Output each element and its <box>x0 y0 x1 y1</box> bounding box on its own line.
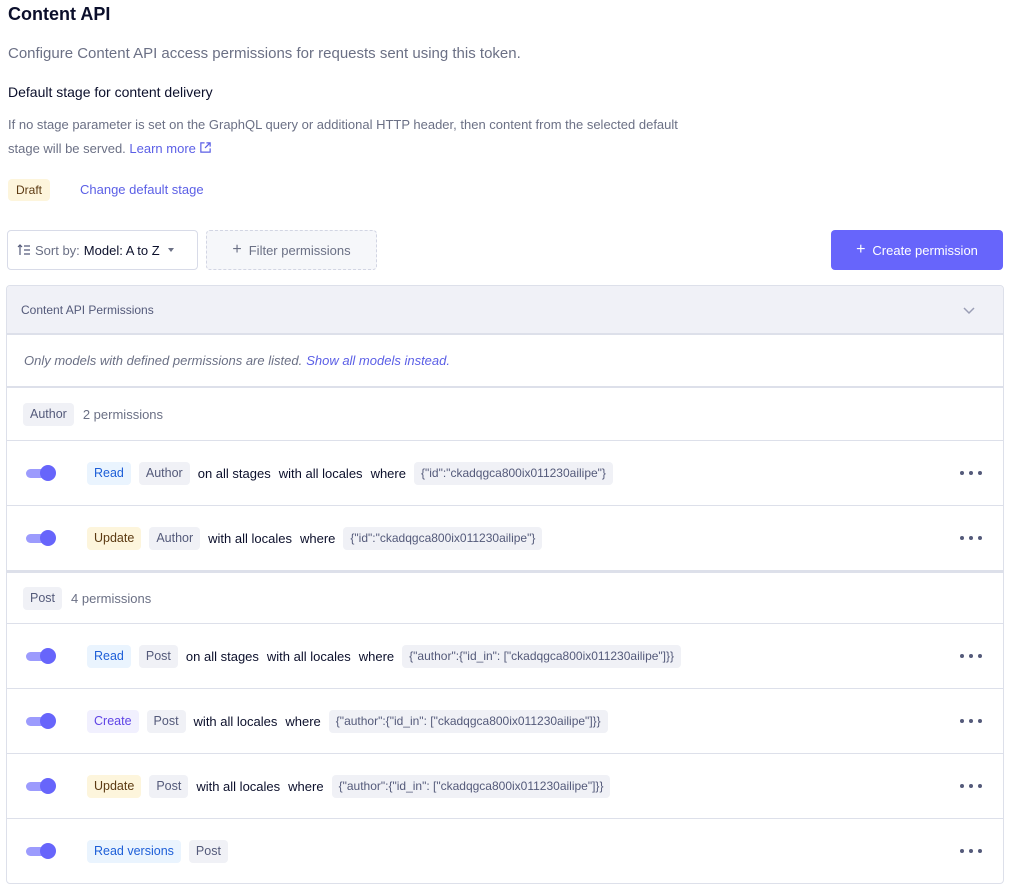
condition-tag: {"id":"ckadqgca800ix011230ailipe"} <box>343 526 543 550</box>
page-title: Content API <box>8 4 111 24</box>
stages-text: on all stages <box>197 465 271 481</box>
where-text: where <box>285 713 321 729</box>
create-label: Create permission <box>872 242 978 258</box>
action-tag: Read <box>87 644 131 668</box>
action-tag: Read <box>87 461 131 485</box>
default-stage-heading: Default stage for content delivery <box>8 84 213 100</box>
more-options-icon[interactable] <box>960 530 982 546</box>
permission-toggle[interactable] <box>26 843 56 859</box>
more-options-icon[interactable] <box>960 778 982 794</box>
permission-toggle[interactable] <box>26 713 56 729</box>
permission-toggle[interactable] <box>26 530 56 546</box>
model-tag: Author <box>149 526 201 550</box>
condition-tag: {"id":"ckadqgca800ix011230ailipe"} <box>413 461 613 485</box>
notice-text: Only models with defined permissions are… <box>24 353 303 368</box>
filter-permissions-button[interactable]: + Filter permissions <box>206 230 377 270</box>
permissions-panel-header[interactable]: Content API Permissions <box>7 286 1003 335</box>
permission-row: Read Post on all stages with all locales whe… <box>7 624 1003 689</box>
model-tag: Post <box>188 840 228 863</box>
where-text: where <box>288 778 324 794</box>
condition-tag: {"author":{"id_in": ["ckadqgca800ix01123… <box>402 644 682 668</box>
permission-row: Read versions Post <box>7 819 1003 883</box>
model-tag: Author <box>138 461 190 485</box>
external-link-icon <box>200 142 211 153</box>
permissions-panel: Content API Permissions Only models with… <box>6 285 1004 884</box>
show-all-models-link[interactable]: Show all models instead. <box>306 353 450 368</box>
action-tag: Update <box>87 526 142 550</box>
model-tag: Post <box>23 586 63 610</box>
locales-text: with all locales <box>266 648 351 664</box>
sort-icon <box>17 244 30 255</box>
permission-count: 4 permissions <box>71 590 152 606</box>
permission-toggle[interactable] <box>26 778 56 794</box>
learn-more-label: Learn more <box>129 141 196 156</box>
model-tag: Post <box>138 644 178 668</box>
sort-dropdown[interactable]: Sort by: Model: A to Z <box>7 230 198 270</box>
model-tag: Author <box>23 402 74 426</box>
locales-text: with all locales <box>278 465 363 481</box>
chevron-down-icon[interactable] <box>962 303 976 317</box>
condition-tag: {"author":{"id_in": ["ckadqgca800ix01123… <box>328 709 608 733</box>
panel-title: Content API Permissions <box>21 302 154 317</box>
locales-text: with all locales <box>208 530 292 546</box>
default-stage-badge: Draft <box>8 179 51 201</box>
where-text: where <box>370 465 406 481</box>
model-tag: Post <box>149 774 189 798</box>
permission-count: 2 permissions <box>82 406 164 422</box>
models-notice: Only models with defined permissions are… <box>7 335 1003 388</box>
sort-value: Model: A to Z <box>83 242 160 258</box>
plus-icon: + <box>232 241 242 258</box>
locales-text: with all locales <box>196 778 281 794</box>
create-permission-button[interactable]: + Create permission <box>831 230 1003 270</box>
filter-label: Filter permissions <box>248 242 351 258</box>
permission-toggle[interactable] <box>26 648 56 664</box>
where-text: where <box>358 648 395 664</box>
permission-row: Update Post with all locales where {"author"… <box>7 754 1003 819</box>
permission-row: Create Post with all locales where {"author"… <box>7 689 1003 754</box>
permission-groups: Author 2 permissions Read Author on all stag… <box>7 388 1003 883</box>
action-tag: Create <box>87 709 139 733</box>
more-options-icon[interactable] <box>960 843 982 859</box>
locales-text: with all locales <box>193 713 278 729</box>
more-options-icon[interactable] <box>960 465 982 481</box>
action-tag: Update <box>87 774 142 798</box>
change-default-stage-link[interactable]: Change default stage <box>80 182 204 197</box>
more-options-icon[interactable] <box>960 648 982 664</box>
model-group-header: Author 2 permissions <box>7 388 1003 441</box>
learn-more-link[interactable]: Learn more <box>129 141 211 156</box>
permission-row: Update Author with all locales where {"id":"… <box>7 506 1003 571</box>
plus-icon: + <box>856 241 866 258</box>
model-tag: Post <box>146 709 186 733</box>
model-group-header: Post 4 permissions <box>7 571 1003 624</box>
condition-tag: {"author":{"id_in": ["ckadqgca800ix01123… <box>331 774 611 798</box>
page-subtitle: Configure Content API access permissions… <box>8 45 521 62</box>
action-tag: Read versions <box>87 840 181 863</box>
default-stage-description: If no stage parameter is set on the Grap… <box>8 113 698 161</box>
more-options-icon[interactable] <box>960 713 982 729</box>
caret-down-icon <box>167 248 174 252</box>
description-text: If no stage parameter is set on the Grap… <box>8 117 678 156</box>
permission-row: Read Author on all stages with all locales w… <box>7 441 1003 506</box>
permission-toggle[interactable] <box>26 465 56 481</box>
where-text: where <box>299 530 336 546</box>
sort-label: Sort by: <box>35 242 80 258</box>
stages-text: on all stages <box>185 648 259 664</box>
